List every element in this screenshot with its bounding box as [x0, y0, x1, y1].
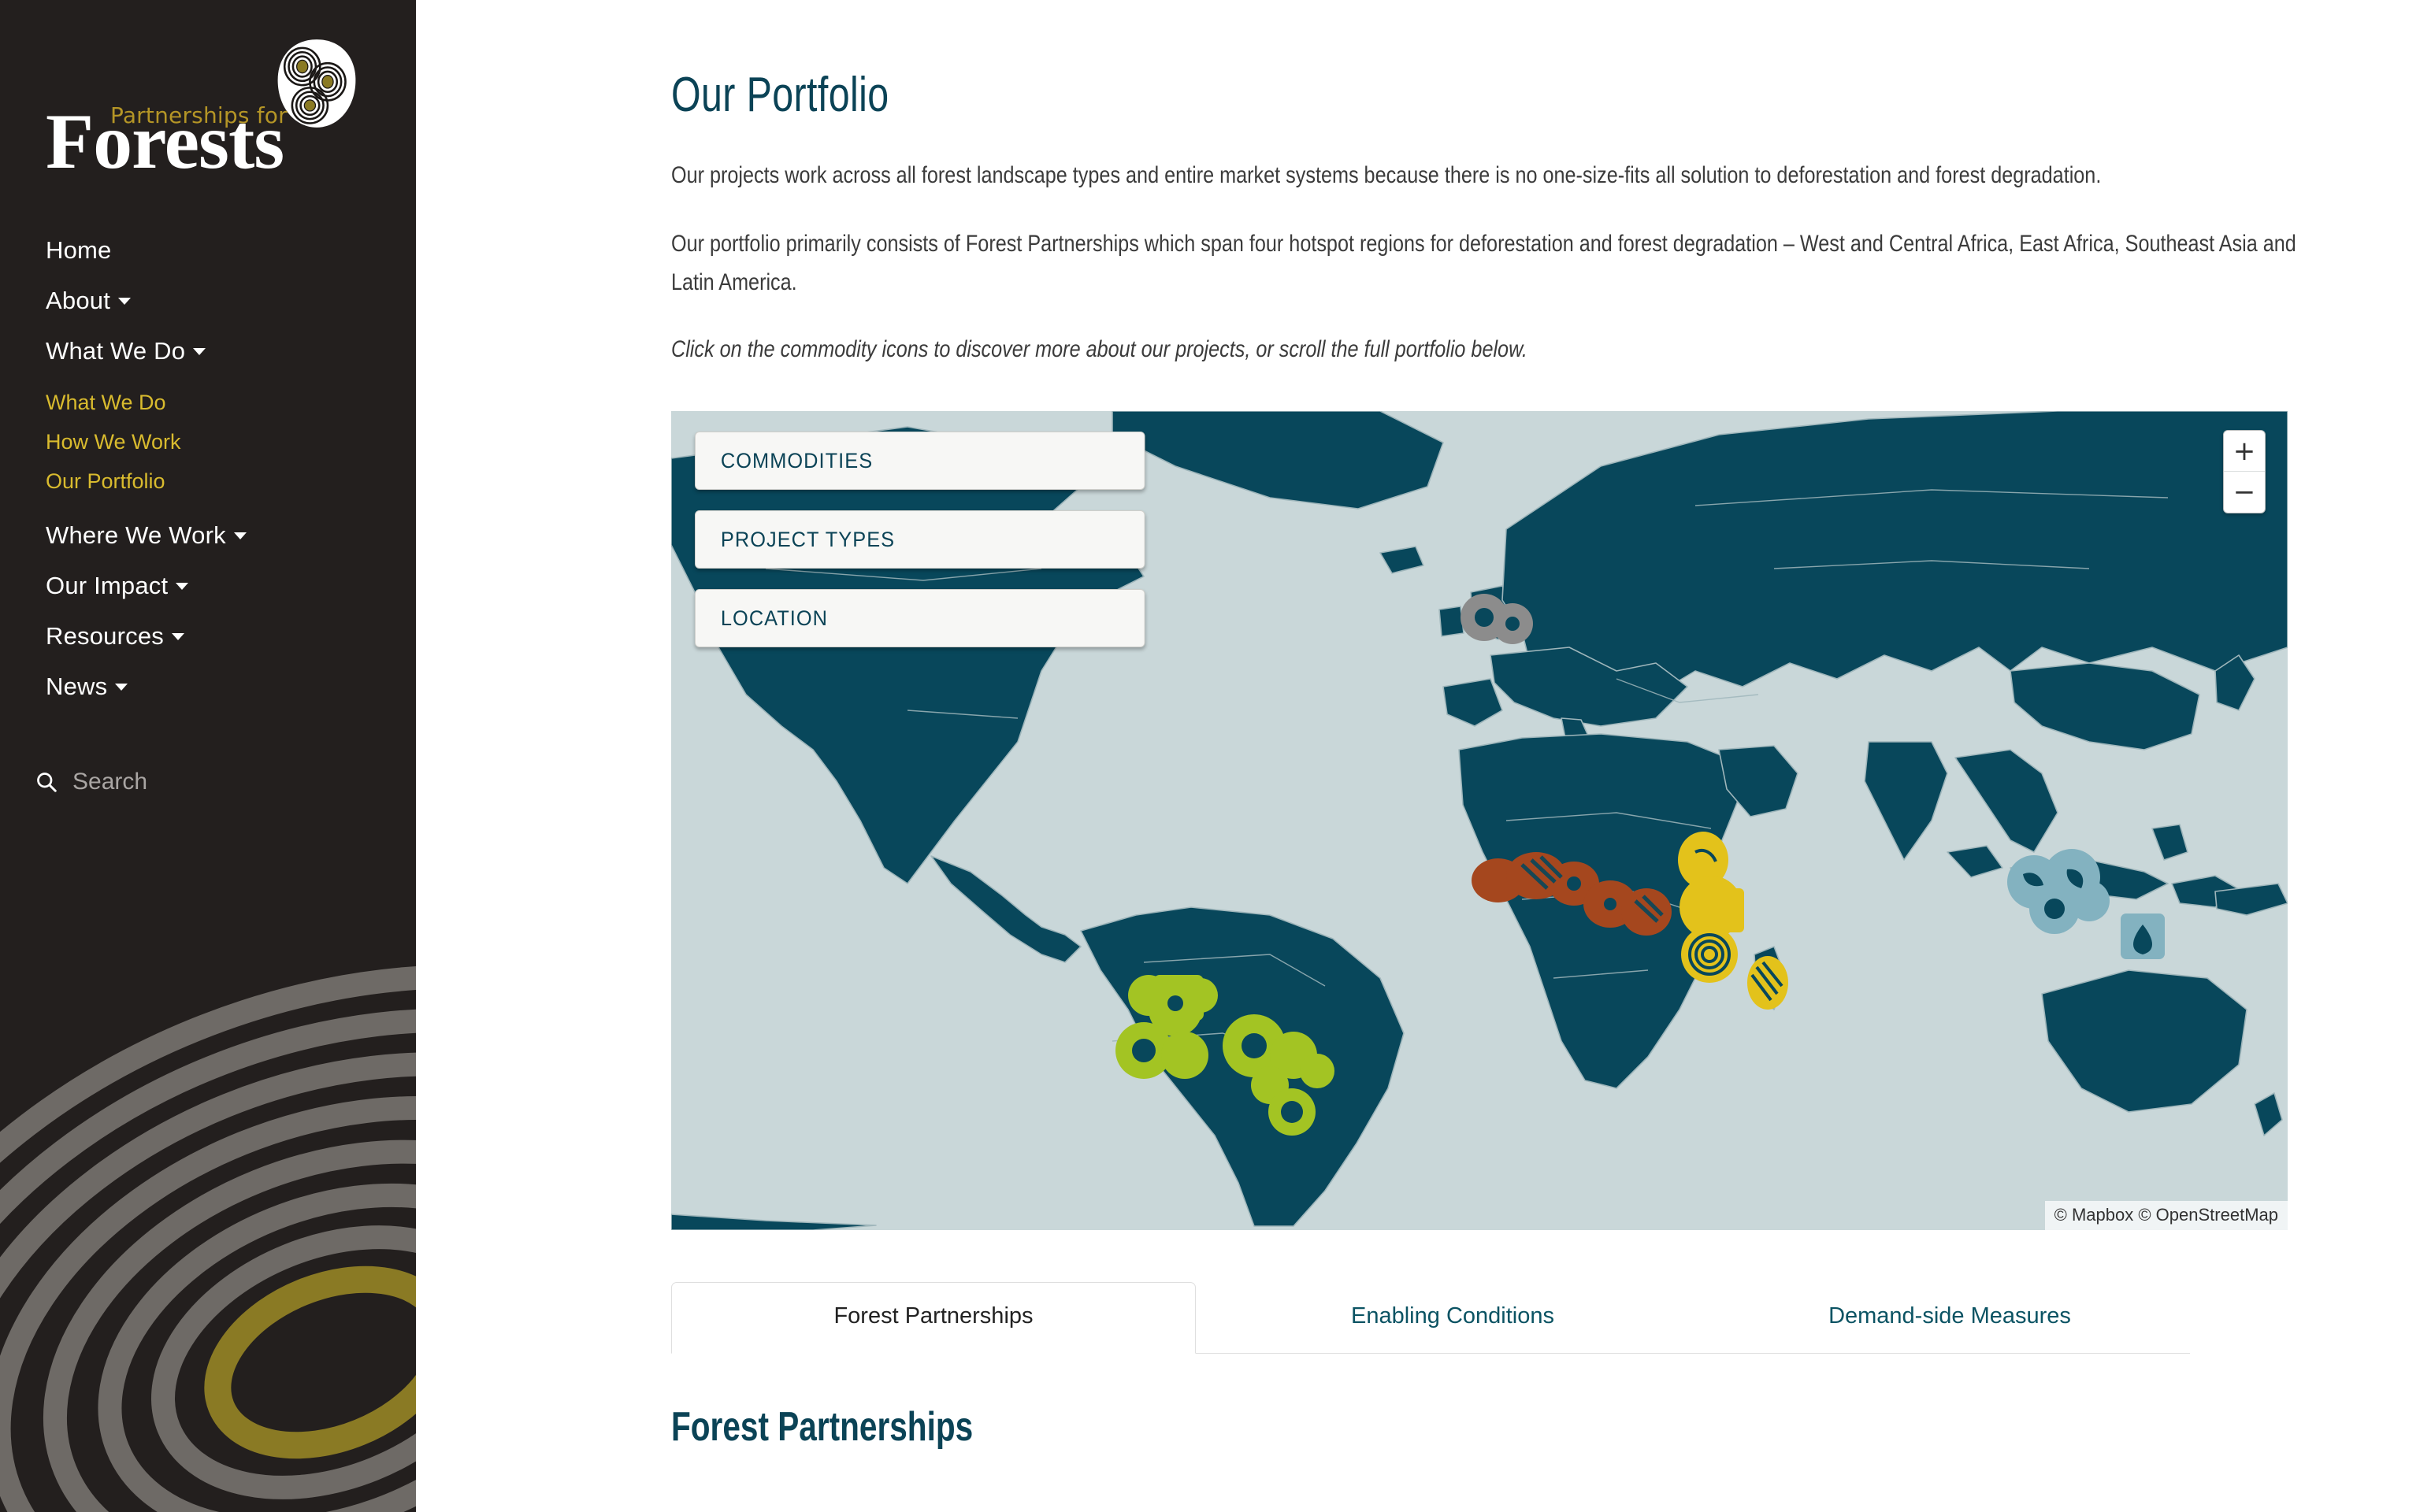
- tab-enabling-conditions[interactable]: Enabling Conditions: [1196, 1282, 1709, 1353]
- nav-label: Where We Work: [46, 521, 226, 549]
- primary-nav: Home About What We Do What We Do How We …: [0, 225, 416, 712]
- map-attribution[interactable]: © Mapbox © OpenStreetMap: [2044, 1201, 2288, 1230]
- subnav-item-what-we-do[interactable]: What We Do: [0, 383, 416, 422]
- filter-project-types[interactable]: PROJECT TYPES: [695, 510, 1145, 569]
- zoom-out-button[interactable]: −: [2224, 472, 2265, 513]
- search-icon: [37, 773, 57, 792]
- zoom-in-button[interactable]: +: [2224, 431, 2265, 472]
- portfolio-map[interactable]: COMMODITIES PROJECT TYPES LOCATION + − ©…: [671, 411, 2288, 1230]
- subnav-item-our-portfolio[interactable]: Our Portfolio: [0, 461, 416, 501]
- logo-title: Forests: [46, 98, 284, 185]
- portfolio-tabs: Forest Partnerships Enabling Conditions …: [671, 1282, 2190, 1354]
- nav-item-our-impact[interactable]: Our Impact: [0, 561, 416, 611]
- page-title: Our Portfolio: [671, 68, 889, 122]
- portfolio-tabs-wrapper: Forest Partnerships Enabling Conditions …: [671, 1282, 2190, 1354]
- nav-label: News: [46, 673, 108, 700]
- tab-forest-partnerships[interactable]: Forest Partnerships: [671, 1282, 1196, 1354]
- search-input[interactable]: [72, 769, 356, 795]
- nav-item-what-we-do[interactable]: What We Do: [0, 326, 416, 376]
- site-logo[interactable]: Partnerships for Forests: [0, 0, 416, 197]
- nav-item-about[interactable]: About: [0, 276, 416, 326]
- map-filters: COMMODITIES PROJECT TYPES LOCATION: [695, 432, 1174, 668]
- chevron-down-icon: [118, 298, 132, 305]
- chevron-down-icon: [176, 583, 189, 590]
- intro-paragraph-2: Our portfolio primarily consists of Fore…: [671, 231, 2296, 295]
- decorative-rings-pattern: [0, 965, 416, 1512]
- nav-label: Our Impact: [46, 572, 169, 599]
- filter-location[interactable]: LOCATION: [695, 589, 1145, 647]
- filter-commodities[interactable]: COMMODITIES: [695, 432, 1145, 490]
- page-root: Partnerships for Forests Home About What…: [0, 0, 2420, 1512]
- tab-demand-side-measures[interactable]: Demand-side Measures: [1709, 1282, 2190, 1353]
- main-content: Our Portfolio Our projects work across a…: [416, 0, 2420, 1512]
- chevron-down-icon: [115, 684, 128, 691]
- nav-label: What We Do: [46, 337, 186, 365]
- search-bar[interactable]: [0, 769, 416, 795]
- chevron-down-icon: [233, 532, 247, 539]
- map-zoom-controls: + −: [2223, 430, 2266, 513]
- nav-item-news[interactable]: News: [0, 662, 416, 712]
- nav-label: Resources: [46, 622, 164, 650]
- nav-item-home[interactable]: Home: [0, 225, 416, 276]
- nav-item-resources[interactable]: Resources: [0, 611, 416, 662]
- nav-label: Home: [46, 236, 112, 264]
- section-title: Forest Partnerships: [671, 1404, 974, 1450]
- subnav-what-we-do: What We Do How We Work Our Portfolio: [0, 376, 416, 510]
- sidebar: Partnerships for Forests Home About What…: [0, 0, 416, 1512]
- chevron-down-icon: [171, 633, 184, 640]
- subnav-item-how-we-work[interactable]: How We Work: [0, 422, 416, 461]
- chevron-down-icon: [193, 348, 206, 355]
- instruction-note: Click on the commodity icons to discover…: [671, 336, 1527, 362]
- nav-label: About: [46, 287, 111, 314]
- intro-paragraph-1: Our projects work across all forest land…: [671, 162, 2102, 188]
- nav-item-where-we-work[interactable]: Where We Work: [0, 510, 416, 561]
